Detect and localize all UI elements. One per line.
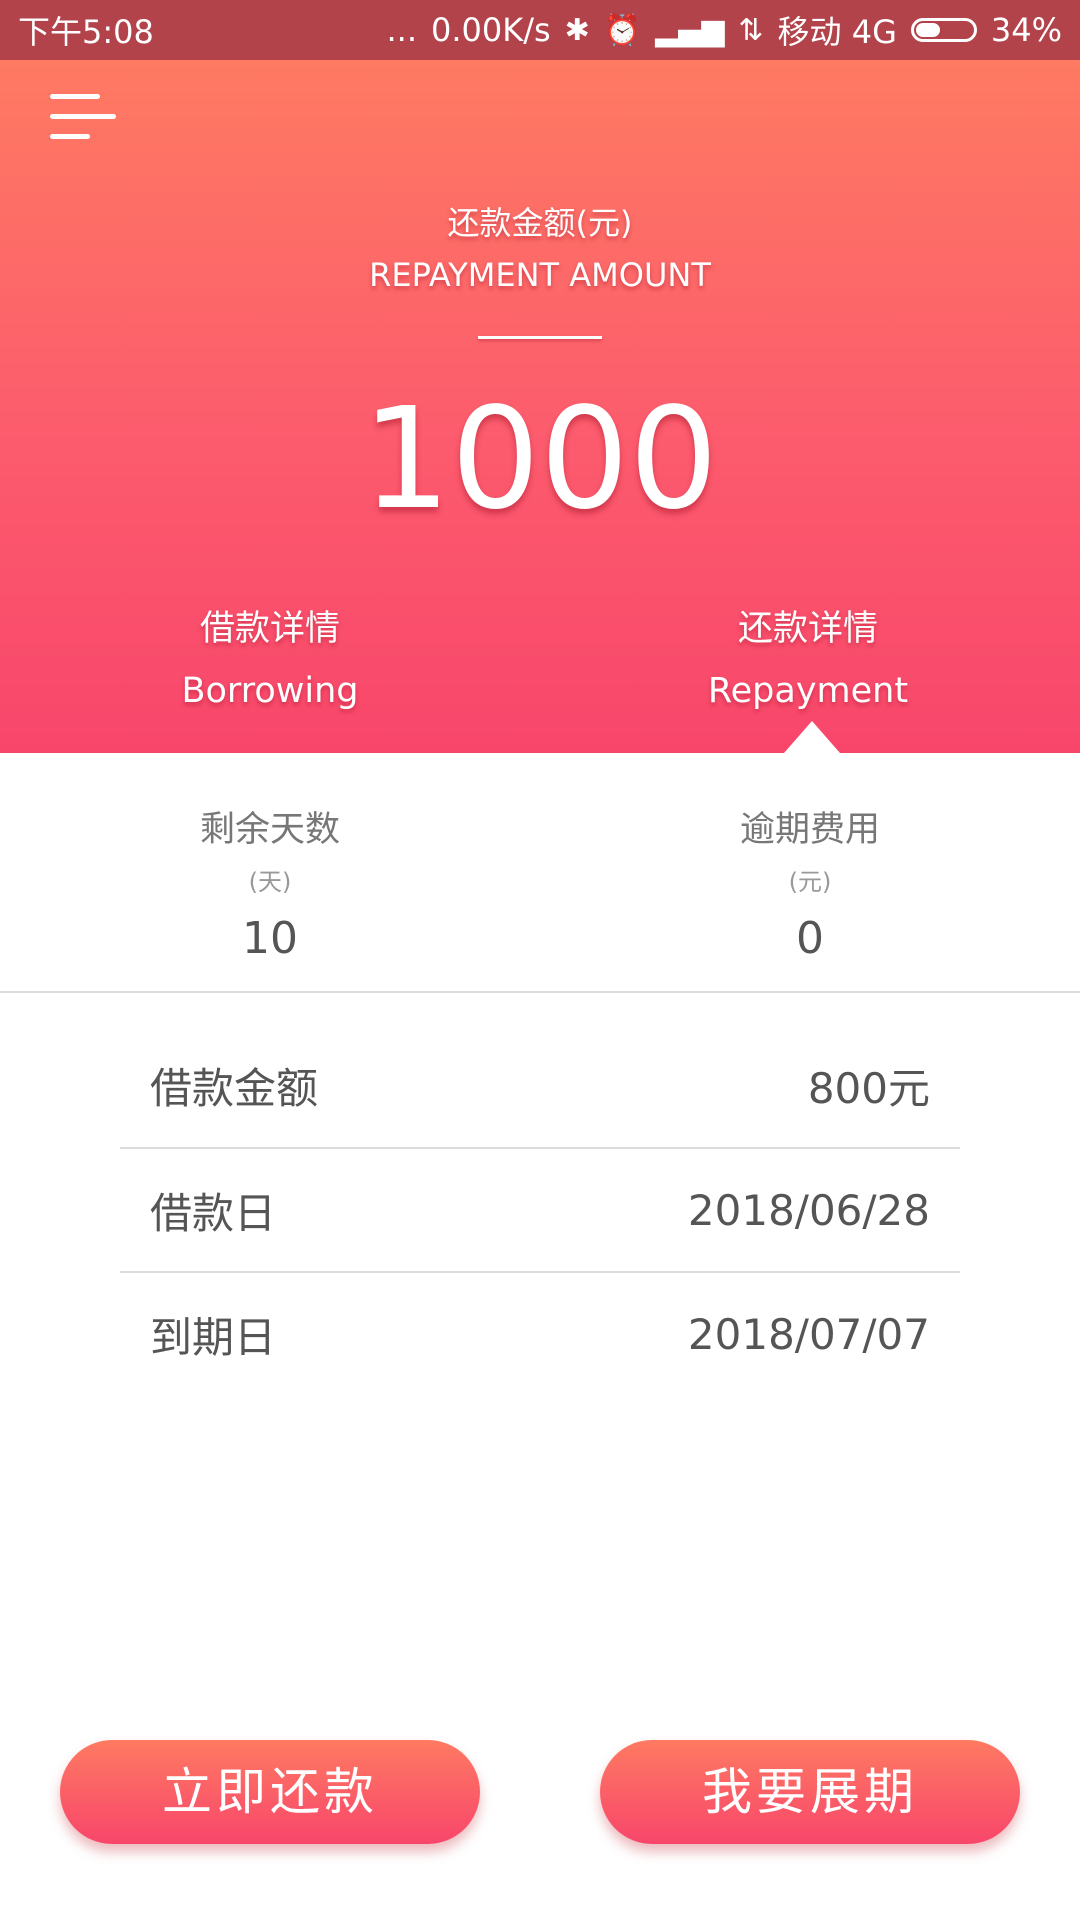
data-arrows-icon: ⇅: [738, 12, 764, 48]
repayment-amount: 1000: [361, 378, 719, 541]
status-bar: 下午5:08 ... 0.00K/s ✱ ⏰ ▂▄▆ ⇅ 移动 4G 34%: [0, 0, 1080, 60]
detail-label: 到期日: [150, 1312, 277, 1362]
stat-label: 逾期费用: [739, 810, 880, 850]
carrier-label: 移动 4G: [777, 13, 897, 51]
stat-unit: (天): [248, 868, 292, 896]
stat-value: 0: [796, 913, 824, 964]
tab-borrowing[interactable]: 借款详情 Borrowing: [100, 600, 440, 711]
detail-value: 2018/06/28: [687, 1185, 930, 1235]
stat-remaining-days: 剩余天数 (天) 10: [70, 753, 470, 964]
repayment-header: 还款金额(元) REPAYMENT AMOUNT 1000 借款详情 Borro…: [0, 60, 1080, 753]
alarm-icon: ⏰: [603, 12, 642, 48]
tab-borrowing-en: Borrowing: [181, 671, 359, 711]
detail-value: 2018/07/07: [687, 1309, 930, 1359]
tab-repayment[interactable]: 还款详情 Repayment: [638, 600, 978, 711]
status-icons: ... 0.00K/s ✱ ⏰ ▂▄▆ ⇅ 移动 4G 34%: [386, 7, 1062, 53]
detail-label: 借款日: [150, 1188, 277, 1238]
amount-title-cn: 还款金额(元): [447, 204, 633, 242]
battery-icon: [910, 18, 977, 42]
tab-repayment-cn: 还款详情: [737, 609, 878, 649]
active-tab-indicator: [784, 721, 840, 753]
more-dots: ...: [386, 11, 417, 49]
status-time: 下午5:08: [18, 13, 154, 51]
loan-details-list: 借款金额 800元 借款日 2018/06/28 到期日 2018/07/07: [120, 1023, 960, 1395]
signal-icon: ▂▄▆: [655, 12, 725, 48]
detail-row-loan-amount: 借款金额 800元: [120, 1023, 960, 1147]
tab-borrowing-cn: 借款详情: [199, 609, 340, 649]
title-divider: [478, 336, 602, 339]
stats-panel: 剩余天数 (天) 10 逾期费用 (元) 0: [0, 753, 1080, 993]
detail-row-loan-date: 借款日 2018/06/28: [120, 1147, 960, 1271]
detail-label: 借款金额: [150, 1063, 319, 1113]
repay-now-button[interactable]: 立即还款: [60, 1740, 480, 1844]
menu-icon[interactable]: [50, 90, 116, 146]
stat-overdue-fee: 逾期费用 (元) 0: [610, 753, 1010, 964]
amount-title-en: REPAYMENT AMOUNT: [369, 256, 711, 294]
bluetooth-icon: ✱: [564, 12, 590, 48]
stat-unit: (元): [788, 868, 832, 896]
detail-value: 800元: [807, 1063, 930, 1113]
tab-repayment-en: Repayment: [707, 671, 909, 711]
detail-row-due-date: 到期日 2018/07/07: [120, 1271, 960, 1395]
battery-percent: 34%: [990, 11, 1062, 49]
stat-value: 10: [242, 913, 298, 964]
extend-loan-button[interactable]: 我要展期: [600, 1740, 1020, 1844]
stat-label: 剩余天数: [199, 810, 340, 850]
net-speed: 0.00K/s: [430, 11, 551, 49]
